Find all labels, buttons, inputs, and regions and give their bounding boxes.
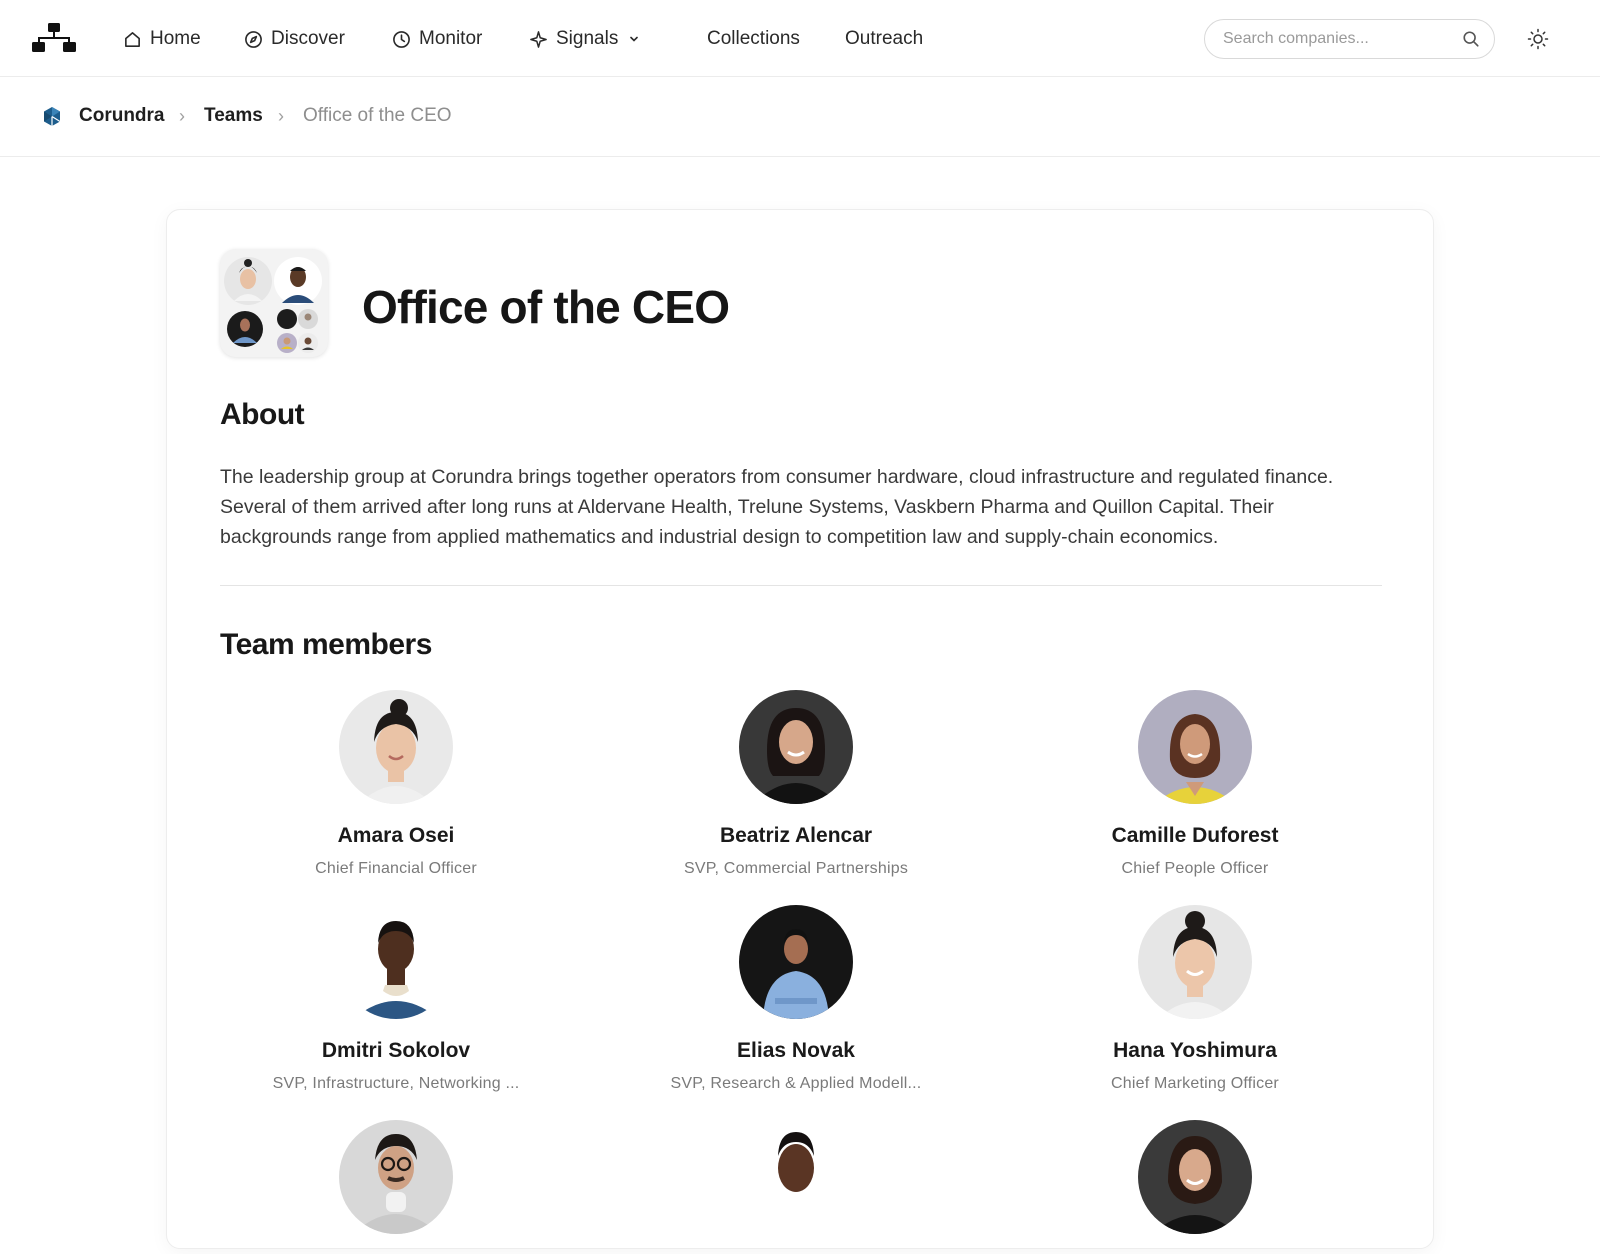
team-members-heading: Team members [220, 628, 432, 661]
nav-discover-label: Discover [271, 28, 345, 49]
breadcrumb-separator: › [278, 106, 284, 126]
member-role: SVP, Commercial Partnerships [683, 860, 909, 877]
member-avatar [339, 1120, 453, 1234]
search-box [1204, 19, 1495, 59]
member-role: Chief Marketing Officer [1111, 1075, 1279, 1092]
search-input[interactable] [1223, 30, 1462, 48]
member-card[interactable]: Elias Novak SVP, Research & Applied Mode… [646, 905, 946, 1093]
member-card[interactable]: Camille Duforest Chief People Officer [1045, 690, 1345, 878]
team-photo-mosaic [220, 249, 328, 357]
nav-outreach[interactable]: Outreach [845, 24, 923, 54]
about-text: The leadership group at Corundra brings … [220, 466, 1334, 548]
nav-collections-label: Collections [707, 28, 800, 49]
member-name: Dmitri Sokolov [321, 1039, 471, 1062]
about-heading: About [220, 398, 305, 431]
sun-icon[interactable] [1527, 28, 1549, 50]
member-avatar [1138, 905, 1252, 1019]
member-card[interactable]: Hana Yoshimura Chief Marketing Officer [1045, 905, 1345, 1093]
member-name: Camille Duforest [1111, 824, 1279, 847]
clock-icon [393, 30, 410, 48]
member-avatar [739, 690, 853, 804]
nav-collections[interactable]: Collections [707, 24, 800, 54]
breadcrumb-current: Office of the CEO [303, 105, 452, 126]
member-card[interactable] [246, 1120, 546, 1254]
nav-home[interactable]: Home [123, 24, 201, 54]
member-avatar [1138, 1120, 1252, 1234]
company-logo-icon [44, 107, 61, 126]
top-navigation: Home Discover Monitor Signals Collection… [0, 0, 1600, 77]
member-card[interactable] [646, 1120, 946, 1254]
nav-outreach-label: Outreach [845, 28, 924, 49]
member-name: Beatriz Alencar [719, 824, 873, 847]
member-role: Chief People Officer [1121, 860, 1269, 877]
member-card[interactable] [1045, 1120, 1345, 1254]
member-role: SVP, Infrastructure, Networking ... [272, 1075, 520, 1092]
nav-monitor[interactable]: Monitor [392, 24, 482, 54]
member-avatar [1138, 690, 1252, 804]
search-icon[interactable] [1462, 30, 1480, 48]
breadcrumb-teams[interactable]: Teams [204, 105, 263, 127]
page-title: Office of the CEO [362, 281, 730, 333]
member-avatar [339, 690, 453, 804]
breadcrumb-separator: › [179, 106, 185, 126]
member-role: SVP, Research & Applied Modell... [670, 1075, 922, 1092]
chevron-down-icon [630, 36, 639, 42]
section-divider [220, 585, 1382, 586]
compass-icon [245, 30, 262, 48]
nav-signals-label: Signals [556, 28, 619, 49]
member-avatar [339, 905, 453, 1019]
nav-discover[interactable]: Discover [244, 24, 345, 54]
team-card: Office of the CEO About The leadership g… [166, 209, 1434, 1249]
member-name: Amara Osei [337, 824, 455, 847]
nav-home-label: Home [150, 28, 201, 49]
home-icon [125, 31, 140, 47]
member-card[interactable]: Amara Osei Chief Financial Officer [246, 690, 546, 878]
member-name: Elias Novak [737, 1039, 855, 1062]
member-role: Chief Financial Officer [315, 860, 477, 877]
org-chart-logo-icon[interactable] [32, 23, 76, 53]
member-name: Hana Yoshimura [1113, 1039, 1277, 1062]
member-card[interactable]: Beatriz Alencar SVP, Commercial Partners… [646, 690, 946, 878]
member-avatar [739, 905, 853, 1019]
breadcrumb-company[interactable]: Corundra [79, 105, 165, 127]
member-avatar [739, 1120, 853, 1234]
nav-monitor-label: Monitor [419, 28, 483, 49]
sparkle-icon [530, 30, 547, 48]
member-card[interactable]: Dmitri Sokolov SVP, Infrastructure, Netw… [246, 905, 546, 1093]
breadcrumb: Corundra › Teams › Office of the CEO [0, 77, 1600, 157]
nav-signals-dropdown[interactable]: Signals [529, 24, 640, 54]
